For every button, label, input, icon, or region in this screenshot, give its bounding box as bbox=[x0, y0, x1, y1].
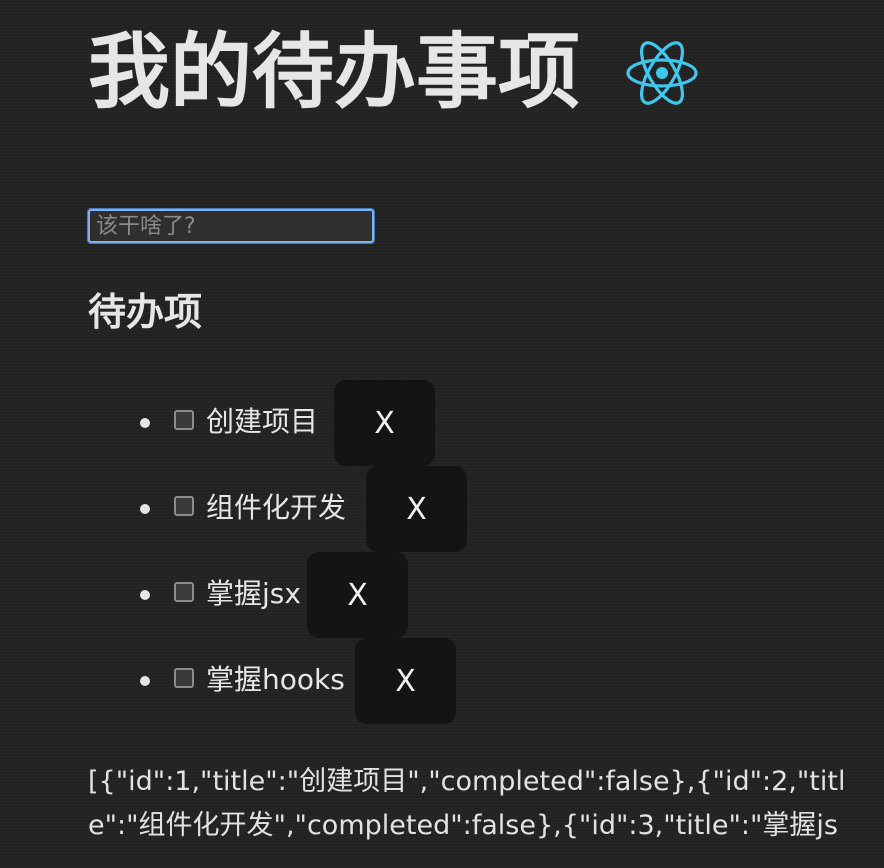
todo-checkbox[interactable] bbox=[174, 668, 194, 688]
state-json-output: [{"id":1,"title":"创建项目","completed":fals… bbox=[88, 766, 846, 841]
todo-section-heading: 待办项 bbox=[88, 290, 203, 334]
page-title: 我的待办事项 bbox=[88, 25, 581, 120]
todo-checkbox[interactable] bbox=[174, 496, 194, 516]
delete-button[interactable]: X bbox=[307, 552, 408, 638]
delete-button[interactable]: X bbox=[366, 466, 467, 552]
header: 我的待办事项 bbox=[88, 18, 700, 128]
react-logo-icon bbox=[624, 35, 700, 111]
todo-title: 掌握jsx bbox=[206, 577, 301, 610]
todo-title: 掌握hooks bbox=[206, 663, 345, 696]
delete-button[interactable]: X bbox=[355, 638, 456, 724]
bullet-icon bbox=[140, 590, 150, 600]
bullet-icon bbox=[140, 504, 150, 514]
bullet-icon bbox=[140, 676, 150, 686]
todo-checkbox[interactable] bbox=[174, 410, 194, 430]
todo-checkbox[interactable] bbox=[174, 582, 194, 602]
todo-title: 创建项目 bbox=[206, 405, 319, 438]
new-todo-input[interactable] bbox=[87, 208, 375, 244]
delete-button[interactable]: X bbox=[334, 380, 435, 466]
bullet-icon bbox=[140, 418, 150, 428]
todo-title: 组件化开发 bbox=[206, 491, 347, 524]
